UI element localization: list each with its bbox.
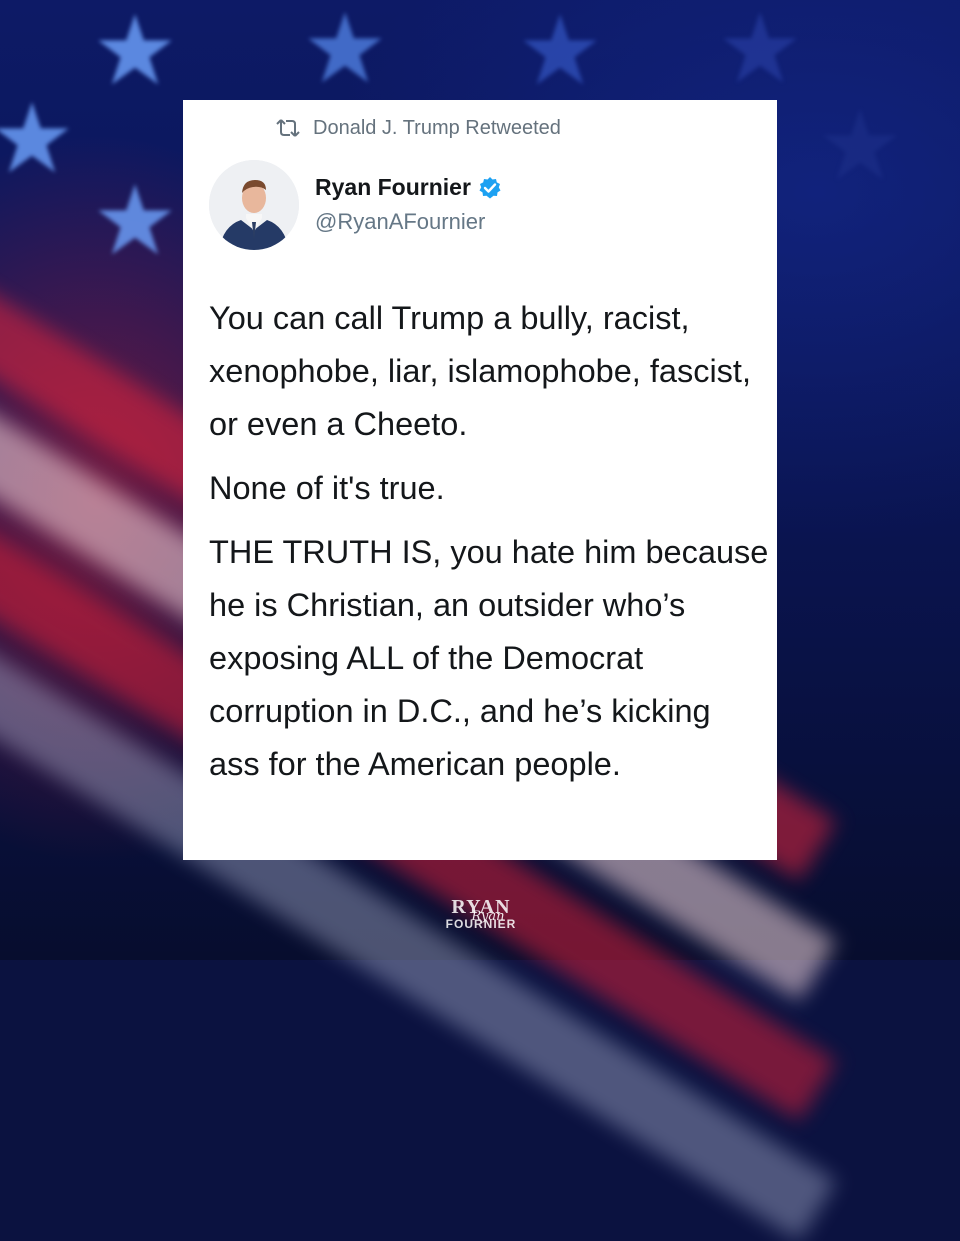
star-icon bbox=[95, 10, 175, 90]
svg-text:Ryan: Ryan bbox=[470, 909, 504, 924]
author-name-row[interactable]: Ryan Fournier bbox=[315, 174, 502, 201]
star-icon bbox=[305, 8, 385, 88]
verified-badge-icon bbox=[479, 176, 501, 198]
avatar[interactable] bbox=[209, 160, 299, 250]
tweet-paragraph: None of it's true. bbox=[209, 470, 445, 506]
retweet-icon bbox=[276, 119, 300, 137]
tweet-text: You can call Trump a bully, racist, xeno… bbox=[209, 292, 769, 791]
star-icon bbox=[0, 98, 72, 178]
retweet-context: Donald J. Trump Retweeted bbox=[275, 116, 561, 140]
profile-photo bbox=[209, 160, 299, 250]
tweet-paragraph: You can call Trump a bully, racist, xeno… bbox=[209, 300, 751, 442]
tweet-card[interactable]: Donald J. Trump Retweeted Ryan Fournier … bbox=[183, 100, 777, 860]
author-handle[interactable]: @RyanAFournier bbox=[315, 209, 485, 235]
star-icon bbox=[820, 105, 900, 185]
author-display-name[interactable]: Ryan Fournier bbox=[315, 174, 471, 201]
star-icon bbox=[720, 8, 800, 88]
retweet-label: Donald J. Trump Retweeted bbox=[313, 116, 561, 139]
tweet-paragraph: THE TRUTH IS, you hate him because he is… bbox=[209, 534, 769, 782]
ryan-fournier-logo: RYAN FOURNIER Ryan bbox=[438, 893, 524, 935]
star-icon bbox=[95, 180, 175, 260]
star-icon bbox=[520, 10, 600, 90]
